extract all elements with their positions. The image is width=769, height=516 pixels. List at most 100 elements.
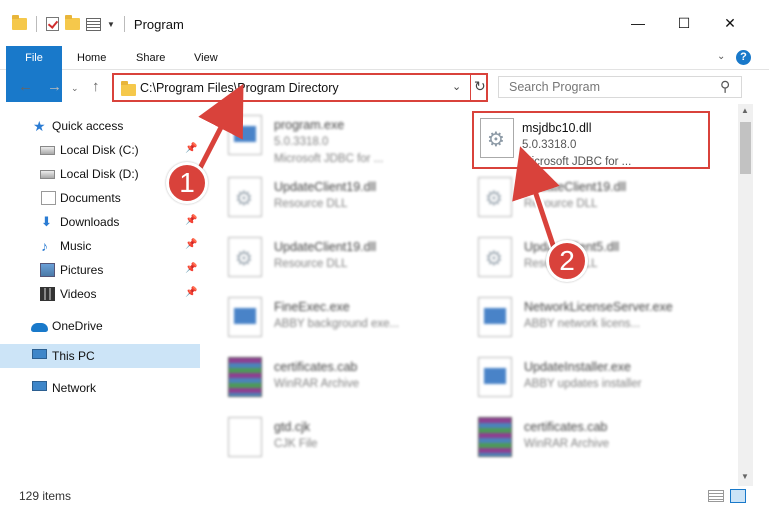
title-divider xyxy=(123,16,125,32)
sidebar-item-label: Local Disk (C:) xyxy=(60,143,139,157)
pin-icon[interactable]: 📌 xyxy=(185,287,197,298)
file-item[interactable]: UpdateInstaller.exe ABBY updates install… xyxy=(478,352,728,408)
pin-icon[interactable]: 📌 xyxy=(185,215,197,226)
properties-icon[interactable] xyxy=(86,17,101,31)
large-icons-view-icon[interactable] xyxy=(730,489,746,503)
file-name: gtd.cjk xyxy=(274,420,311,434)
file-item[interactable]: NetworkLicenseServer.exe ABBY network li… xyxy=(478,292,728,348)
sidebar-item-videos[interactable]: Videos 📌 xyxy=(0,282,200,306)
sidebar-item-local-disk-c[interactable]: Local Disk (C:) 📌 xyxy=(0,138,200,162)
computer-icon xyxy=(32,349,47,359)
details-view-icon[interactable] xyxy=(708,490,724,502)
file-description: CJK File xyxy=(274,438,318,450)
sidebar-item-onedrive[interactable]: OneDrive xyxy=(0,314,200,338)
address-path[interactable]: C:\Program Files\Program Directory xyxy=(140,81,339,95)
forward-arrow-icon[interactable]: → xyxy=(47,78,62,95)
exe-file-icon xyxy=(228,115,262,155)
refresh-icon[interactable]: ↻ xyxy=(474,78,486,95)
file-item[interactable]: UpdateClient5.dll Resource DLL xyxy=(478,232,728,288)
dll-file-icon xyxy=(228,237,262,277)
exe-file-icon xyxy=(228,297,262,337)
toolbar-divider xyxy=(36,16,37,32)
title-bar: ▼ Program — ☐ ✕ xyxy=(0,0,769,38)
file-description: ABBY updates installer xyxy=(524,378,642,390)
recent-locations-icon[interactable]: ⌄ xyxy=(71,83,79,94)
download-icon: ⬇ xyxy=(41,214,52,229)
file-item[interactable]: certificates.cab WinRAR Archive xyxy=(228,352,478,408)
navigation-pane: ★ Quick access Local Disk (C:) 📌 Local D… xyxy=(0,110,203,480)
scroll-down-icon[interactable]: ▼ xyxy=(741,472,749,481)
sidebar-item-this-pc[interactable]: This PC xyxy=(0,344,200,368)
exe-file-icon xyxy=(478,357,512,397)
sidebar-item-network[interactable]: Network xyxy=(0,376,200,400)
scroll-up-icon[interactable]: ▲ xyxy=(741,106,749,115)
dll-file-icon xyxy=(480,118,514,158)
search-icon[interactable]: ⚲ xyxy=(720,78,730,95)
exe-file-icon xyxy=(478,297,512,337)
file-item[interactable]: gtd.cjk CJK File xyxy=(228,412,478,468)
folder-icon[interactable] xyxy=(12,15,27,30)
dll-file-icon xyxy=(478,177,512,217)
file-item[interactable]: FineExec.exe ABBY background exe... xyxy=(228,292,478,348)
tab-view[interactable]: View xyxy=(194,46,218,70)
back-arrow-icon[interactable]: ← xyxy=(18,78,33,95)
minimize-button[interactable]: — xyxy=(615,14,661,32)
sidebar-item-downloads[interactable]: ⬇ Downloads 📌 xyxy=(0,210,200,234)
sidebar-item-quick-access[interactable]: ★ Quick access xyxy=(0,114,200,138)
chevron-down-icon[interactable]: ▼ xyxy=(107,20,115,29)
sidebar-item-music[interactable]: ♪ Music 📌 xyxy=(0,234,200,258)
close-button[interactable]: ✕ xyxy=(707,14,753,32)
file-item[interactable]: UpdateClient19.dll Resource DLL xyxy=(478,172,728,228)
file-name: FineExec.exe xyxy=(274,300,350,314)
address-bar[interactable]: C:\Program Files\Program Directory ⌄ ↻ xyxy=(112,73,488,102)
file-item[interactable]: program.exe 5.0.3318.0 Microsoft JDBC fo… xyxy=(228,110,478,166)
search-input[interactable]: Search Program ⚲ xyxy=(498,76,742,98)
expand-ribbon-icon[interactable]: ⌄ xyxy=(717,51,725,62)
sidebar-item-pictures[interactable]: Pictures 📌 xyxy=(0,258,200,282)
file-item-msjdbc10[interactable]: msjdbc10.dll 5.0.3318.0 Microsoft JDBC f… xyxy=(472,111,710,169)
status-bar: 129 items xyxy=(0,486,769,516)
file-item[interactable]: UpdateClient19.dll Resource DLL xyxy=(228,232,478,288)
blank-file-icon xyxy=(228,417,262,457)
file-description: ABBY network licens... xyxy=(524,318,641,330)
file-name: UpdateInstaller.exe xyxy=(524,360,632,374)
file-name: program.exe xyxy=(274,118,345,132)
sidebar-item-label: Quick access xyxy=(52,119,124,133)
videos-icon xyxy=(40,287,55,301)
pin-icon[interactable]: 📌 xyxy=(185,263,197,274)
properties-check-icon[interactable] xyxy=(46,17,59,31)
file-description: WinRAR Archive xyxy=(274,378,359,390)
help-icon[interactable]: ? xyxy=(736,50,751,65)
new-folder-icon[interactable] xyxy=(65,15,80,30)
vertical-scrollbar[interactable]: ▲ ▼ xyxy=(738,104,753,486)
sidebar-item-label: Videos xyxy=(60,287,97,301)
chevron-down-icon[interactable]: ⌄ xyxy=(452,80,461,93)
quick-access-toolbar: ▼ Program xyxy=(12,15,184,32)
file-version: 5.0.3318.0 xyxy=(274,136,329,148)
file-description: Resource DLL xyxy=(274,258,348,270)
window-title: Program xyxy=(133,16,184,32)
tab-share[interactable]: Share xyxy=(136,46,165,70)
folder-icon xyxy=(121,81,136,96)
scrollbar-thumb[interactable] xyxy=(740,122,751,174)
pin-icon[interactable]: 📌 xyxy=(185,239,197,250)
drive-icon xyxy=(40,146,55,155)
ribbon: File Home Share View ⌄ ? xyxy=(0,46,769,102)
dll-file-icon xyxy=(228,177,262,217)
dll-file-icon xyxy=(478,237,512,277)
archive-icon xyxy=(228,357,262,397)
file-item[interactable]: certificates.cab WinRAR Archive xyxy=(478,412,728,468)
up-arrow-icon[interactable]: ↑ xyxy=(92,78,100,95)
sidebar-item-label: Network xyxy=(52,381,97,395)
file-name: UpdateClient19.dll xyxy=(274,240,377,254)
file-description: WinRAR Archive xyxy=(524,438,609,450)
pin-icon[interactable]: 📌 xyxy=(185,143,197,154)
file-item[interactable]: UpdateClient19.dll Resource DLL xyxy=(228,172,478,228)
file-description: Microsoft JDBC for ... xyxy=(274,153,384,165)
search-placeholder: Search Program xyxy=(509,80,601,94)
sidebar-item-label: Downloads xyxy=(60,215,120,229)
maximize-button[interactable]: ☐ xyxy=(661,14,707,32)
tab-home[interactable]: Home xyxy=(77,46,106,70)
file-name: certificates.cab xyxy=(524,420,608,434)
file-name: certificates.cab xyxy=(274,360,358,374)
